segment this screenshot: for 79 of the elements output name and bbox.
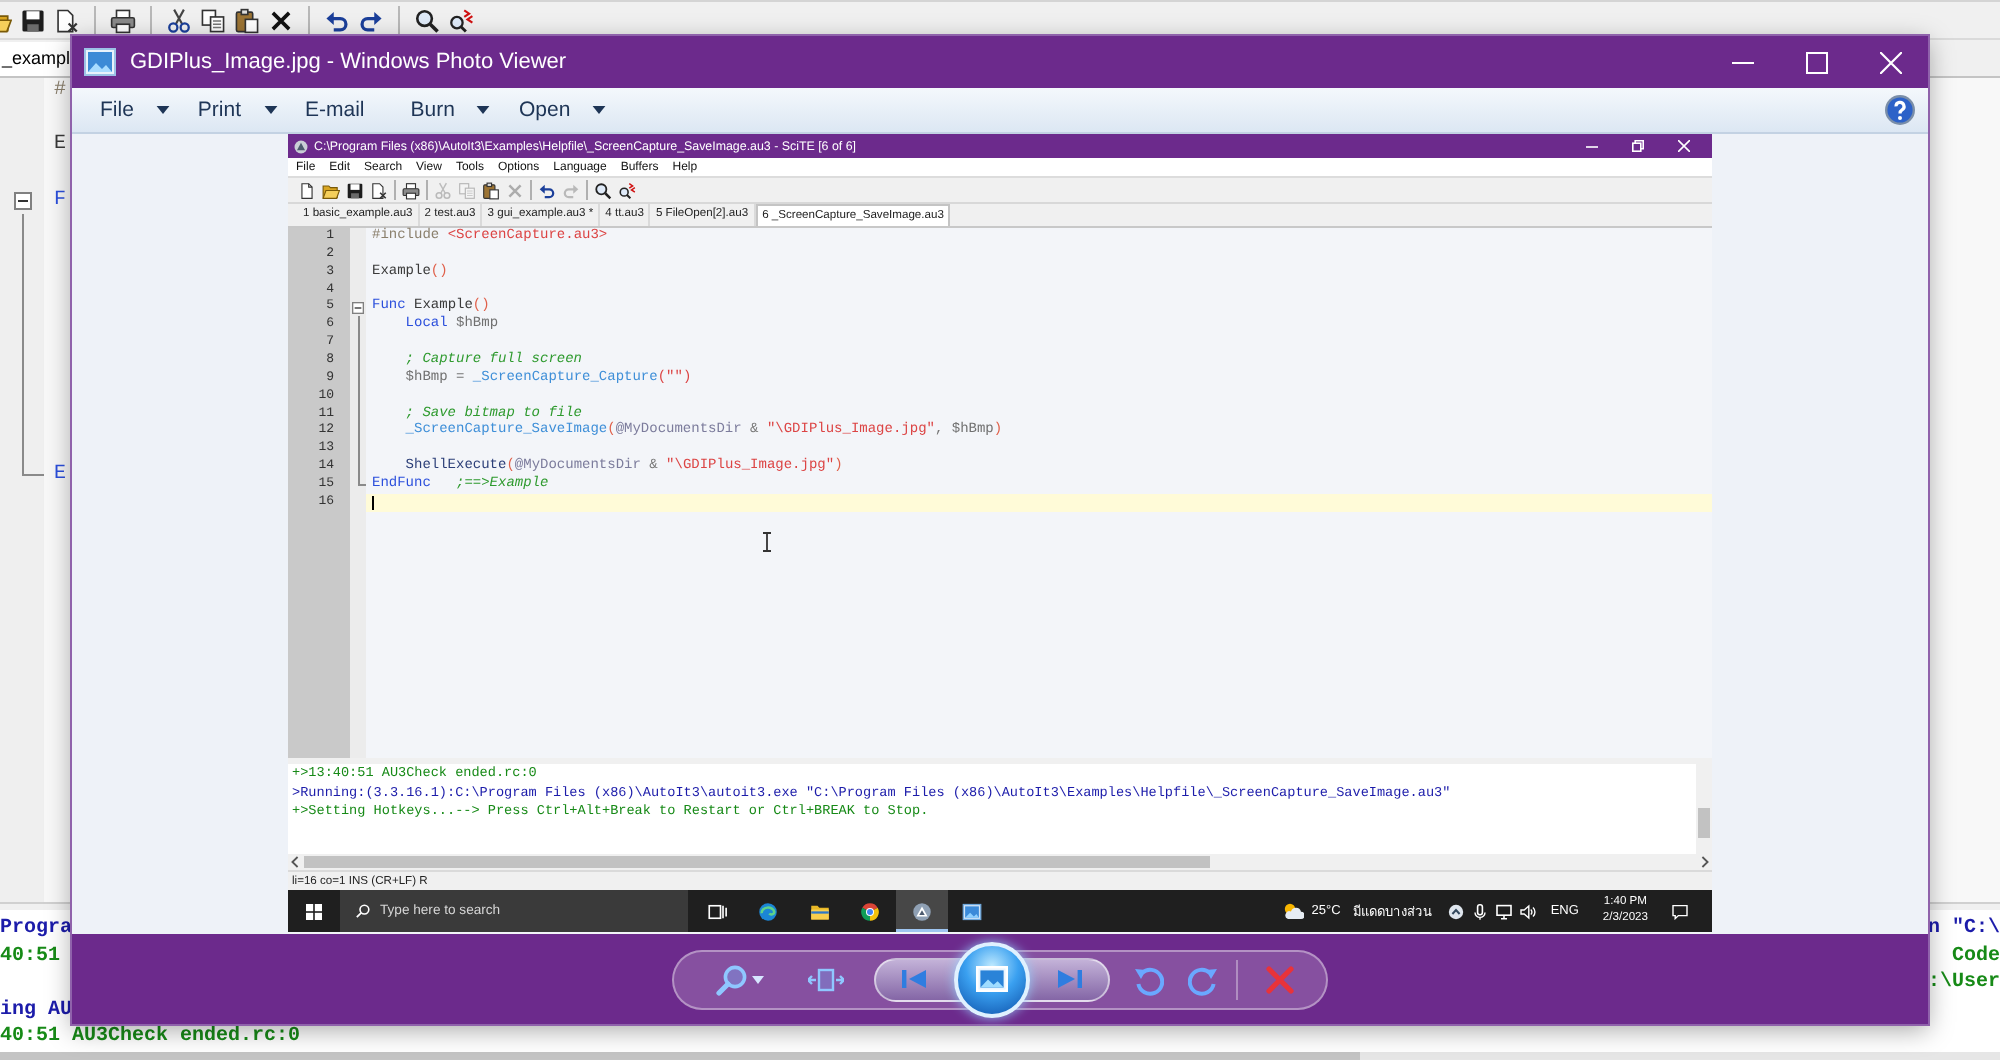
menu-item[interactable]: Burn <box>396 88 505 132</box>
swirl-icon <box>758 901 779 921</box>
close-icon[interactable] <box>1880 51 1902 73</box>
scrollbar-thumb[interactable] <box>0 1052 1360 1060</box>
caret-icon <box>476 106 491 114</box>
maximize-icon[interactable] <box>1806 51 1828 73</box>
help-icon[interactable] <box>1884 94 1916 126</box>
vertical-scrollbar[interactable] <box>1696 764 1712 854</box>
close-document-icon[interactable] <box>54 7 80 33</box>
restore-icon[interactable] <box>1632 140 1644 152</box>
resize-arrows-icon[interactable] <box>808 965 844 993</box>
speaker-icon[interactable] <box>1520 903 1537 919</box>
window-title: GDIPlus_Image.jpg - Windows Photo Viewer <box>130 50 567 74</box>
i-beam-cursor-icon <box>762 532 772 552</box>
replace-icon[interactable] <box>618 181 636 199</box>
close-icon[interactable] <box>1678 140 1690 152</box>
caret-icon <box>592 106 607 114</box>
segmented-circle-icon <box>860 901 881 921</box>
delete-icon[interactable] <box>268 7 294 33</box>
chevron-circle-icon[interactable] <box>1448 903 1465 919</box>
minimize-icon[interactable] <box>1586 140 1598 152</box>
output-text: Progra <box>0 916 73 944</box>
microphone-icon[interactable] <box>1472 903 1489 919</box>
triangle-disc-icon <box>294 139 308 153</box>
output-text: 40:51 <box>0 943 61 971</box>
editor-tab[interactable]: _exampl <box>0 42 71 76</box>
fold-toggle-icon[interactable] <box>352 301 364 314</box>
copy-icon[interactable] <box>200 7 226 33</box>
scissors-icon[interactable] <box>166 7 192 33</box>
picture-icon <box>976 966 1008 992</box>
clipboard-icon[interactable] <box>482 181 500 199</box>
printer-icon[interactable] <box>110 7 136 33</box>
picture-icon <box>84 48 116 76</box>
horizontal-scrollbar[interactable] <box>0 1052 2000 1060</box>
output-text: :\User <box>1927 970 2000 998</box>
close-document-icon[interactable] <box>370 181 388 199</box>
start-icon[interactable] <box>306 903 322 919</box>
search-icon[interactable] <box>414 7 440 33</box>
menu-item[interactable]: Open <box>504 88 621 132</box>
printer-icon[interactable] <box>402 181 420 199</box>
menu-item[interactable]: E-mail <box>291 88 397 132</box>
replace-icon[interactable] <box>448 7 474 33</box>
menu-item[interactable]: Print <box>183 88 292 132</box>
redo-icon[interactable] <box>358 7 384 33</box>
undo-icon[interactable] <box>324 7 350 33</box>
search-icon <box>356 904 370 918</box>
sun-cloud-icon[interactable] <box>1281 902 1304 920</box>
search-icon[interactable] <box>594 181 612 199</box>
zoom-button[interactable] <box>716 963 764 995</box>
output-text: Code <box>1951 943 2000 971</box>
slideshow-button[interactable] <box>954 941 1030 1017</box>
fold-toggle-icon[interactable] <box>13 192 31 211</box>
notification-icon[interactable] <box>1672 903 1688 919</box>
folder-icon <box>809 901 830 921</box>
picture-icon <box>962 901 983 921</box>
folder-icon[interactable] <box>322 181 340 199</box>
taskbar-button[interactable] <box>896 890 947 932</box>
clipboard-icon[interactable] <box>234 7 260 33</box>
scrollbar-thumb[interactable] <box>1698 808 1710 838</box>
chevron-right-icon[interactable] <box>1700 856 1710 868</box>
new-document-icon[interactable] <box>298 181 316 199</box>
caret-icon <box>263 106 278 114</box>
output-text: 40:51 AU3Check ended.rc:0 <box>0 1024 301 1052</box>
horizontal-scrollbar[interactable] <box>288 854 1712 870</box>
chevron-left-icon[interactable] <box>290 856 300 868</box>
undo-icon[interactable] <box>538 181 556 199</box>
magnifier-icon <box>716 963 748 995</box>
code-line: # <box>54 78 67 106</box>
caret-icon <box>752 975 764 983</box>
scrollbar-thumb[interactable] <box>304 856 1210 868</box>
caret-icon <box>155 106 170 114</box>
monitor-icon[interactable] <box>1496 903 1513 919</box>
triangle-disc-icon <box>911 901 932 921</box>
code-line: E <box>54 461 67 489</box>
task-view-icon <box>707 901 728 921</box>
code-line: F <box>54 187 67 215</box>
code-line: E <box>54 132 67 161</box>
menu-item[interactable]: File <box>86 88 184 132</box>
insertion-caret-icon <box>372 495 374 510</box>
